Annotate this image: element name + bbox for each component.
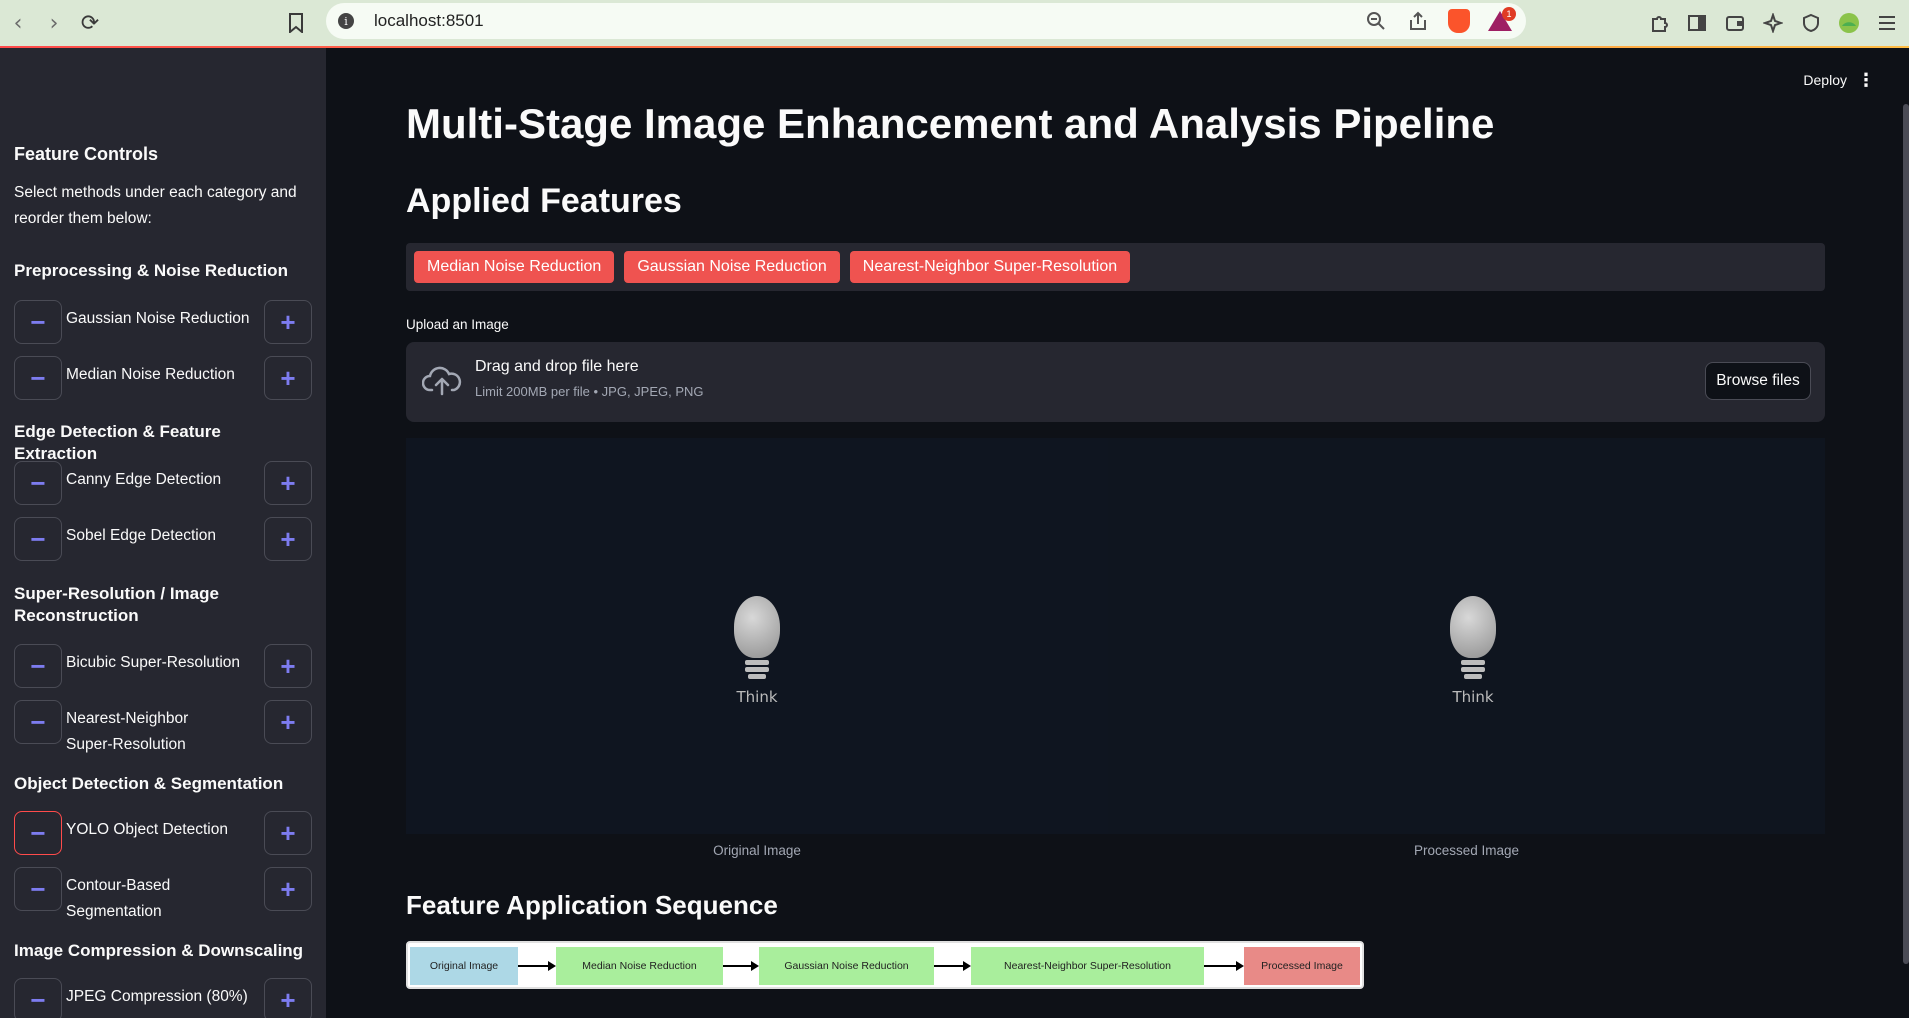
file-dropzone[interactable]: Drag and drop file here Limit 200MB per …	[406, 342, 1825, 422]
sidebar-title: Feature Controls	[14, 144, 159, 164]
original-image-caption: Original Image	[713, 843, 801, 858]
share-icon[interactable]	[1406, 9, 1430, 33]
image-text: Think	[1452, 688, 1494, 706]
leo-ai-icon[interactable]	[1761, 11, 1785, 35]
method-label: Gaussian Noise Reduction	[66, 310, 250, 327]
remove-button[interactable]: −	[14, 867, 62, 911]
processed-image: Think	[1108, 438, 1825, 834]
bookmark-icon[interactable]	[278, 5, 314, 41]
site-info-icon[interactable]: i	[338, 13, 354, 29]
extensions-icon[interactable]	[1647, 11, 1671, 35]
category-title: Edge Detection & Feature Extraction	[14, 422, 221, 463]
sequence-arrow	[1204, 961, 1244, 971]
method-row: − Contour-Based Segmentation +	[14, 867, 312, 920]
browse-files-button[interactable]: Browse files	[1705, 362, 1811, 400]
browser-toolbar: ‹ › ⟳ i localhost:8501 1	[0, 0, 1909, 46]
sequence-arrow	[934, 961, 971, 971]
method-label: Sobel Edge Detection	[66, 527, 216, 544]
vpn-icon[interactable]	[1799, 11, 1823, 35]
lightbulb-image: Think	[1443, 596, 1503, 716]
applied-features-heading: Applied Features	[406, 182, 682, 220]
scrollbar[interactable]	[1903, 104, 1909, 964]
sequence-node: Median Noise Reduction	[556, 947, 723, 985]
add-button[interactable]: +	[264, 461, 312, 505]
add-button[interactable]: +	[264, 978, 312, 1018]
sequence-node: Original Image	[410, 947, 518, 985]
method-label: Canny Edge Detection	[66, 471, 222, 488]
applied-tag: Nearest-Neighbor Super-Resolution	[849, 251, 1131, 283]
method-label: JPEG Compression (80%)	[66, 988, 248, 1005]
app-menu-icon[interactable]: ⋮	[1857, 70, 1875, 91]
url-text[interactable]: localhost:8501	[374, 11, 484, 31]
add-button[interactable]: +	[264, 300, 312, 344]
upload-label: Upload an Image	[406, 317, 509, 332]
remove-button[interactable]: −	[14, 644, 62, 688]
category-title: Object Detection & Segmentation	[14, 774, 284, 793]
back-icon[interactable]: ‹	[0, 5, 36, 41]
sequence-arrow	[518, 961, 556, 971]
processed-image-caption: Processed Image	[1413, 843, 1520, 858]
method-row: − YOLO Object Detection +	[14, 811, 312, 855]
original-image: Think	[406, 438, 1108, 834]
remove-button[interactable]: −	[14, 517, 62, 561]
remove-button[interactable]: −	[14, 300, 62, 344]
method-row: − Nearest-Neighbor Super-Resolution +	[14, 700, 312, 753]
page-title: Multi-Stage Image Enhancement and Analys…	[406, 100, 1495, 147]
remove-button[interactable]: −	[14, 700, 62, 744]
add-button[interactable]: +	[264, 644, 312, 688]
method-row: − Median Noise Reduction +	[14, 356, 312, 400]
dropzone-limit: Limit 200MB per file • JPG, JPEG, PNG	[475, 384, 704, 399]
lightbulb-image: Think	[727, 596, 787, 716]
add-button[interactable]: +	[264, 700, 312, 744]
remove-button[interactable]: −	[14, 811, 62, 855]
remove-button[interactable]: −	[14, 461, 62, 505]
main-content: Deploy ⋮ Multi-Stage Image Enhancement a…	[326, 48, 1909, 1018]
method-label: Bicubic Super-Resolution	[66, 654, 241, 671]
method-label: Contour-Based Segmentation	[66, 877, 171, 920]
applied-tag: Gaussian Noise Reduction	[624, 251, 840, 283]
category-title: Super-Resolution / Image Reconstruction	[14, 584, 219, 625]
category-title: Image Compression & Downscaling	[14, 941, 304, 960]
sequence-arrow	[723, 961, 759, 971]
method-row: − Sobel Edge Detection +	[14, 517, 312, 561]
method-label: Median Noise Reduction	[66, 366, 235, 383]
cloud-upload-icon	[422, 366, 462, 396]
brave-rewards-icon[interactable]: 1	[1488, 7, 1516, 31]
method-row: − Canny Edge Detection +	[14, 461, 312, 505]
dropzone-title: Drag and drop file here	[475, 358, 639, 375]
method-label: Nearest-Neighbor Super-Resolution	[66, 710, 189, 753]
applied-features-bar: Median Noise Reduction Gaussian Noise Re…	[406, 243, 1825, 291]
brave-shields-icon[interactable]	[1448, 9, 1470, 33]
add-button[interactable]: +	[264, 517, 312, 561]
applied-tag: Median Noise Reduction	[414, 251, 615, 283]
address-bar[interactable]: i localhost:8501 1	[326, 3, 1526, 39]
sidebar-toggle-icon[interactable]	[1685, 11, 1709, 35]
forward-icon[interactable]: ›	[36, 5, 72, 41]
rewards-badge: 1	[1502, 7, 1516, 21]
sequence-node: Processed Image	[1244, 947, 1360, 985]
image-text: Think	[736, 688, 778, 706]
sequence-node: Gaussian Noise Reduction	[759, 947, 934, 985]
add-button[interactable]: +	[264, 867, 312, 911]
method-row: − Bicubic Super-Resolution +	[14, 644, 312, 688]
reload-icon[interactable]: ⟳	[72, 5, 108, 41]
method-row: − Gaussian Noise Reduction +	[14, 300, 312, 344]
profile-icon[interactable]	[1837, 11, 1861, 35]
wallet-icon[interactable]	[1723, 11, 1747, 35]
zoom-icon[interactable]	[1364, 9, 1388, 33]
deploy-button[interactable]: Deploy	[1803, 72, 1847, 88]
remove-button[interactable]: −	[14, 356, 62, 400]
remove-button[interactable]: −	[14, 978, 62, 1018]
sequence-node: Nearest-Neighbor Super-Resolution	[971, 947, 1204, 985]
method-label: YOLO Object Detection	[66, 821, 228, 838]
sequence-heading: Feature Application Sequence	[406, 890, 778, 920]
add-button[interactable]: +	[264, 811, 312, 855]
category-title: Preprocessing & Noise Reduction	[14, 261, 288, 280]
add-button[interactable]: +	[264, 356, 312, 400]
sidebar: Feature Controls Select methods under ea…	[0, 48, 326, 1018]
sidebar-subtitle: Select methods under each category and r…	[14, 184, 297, 227]
menu-icon[interactable]	[1875, 11, 1899, 35]
method-row: − JPEG Compression (80%) +	[14, 978, 312, 1018]
sequence-diagram: Original Image Median Noise Reduction Ga…	[406, 941, 1364, 989]
